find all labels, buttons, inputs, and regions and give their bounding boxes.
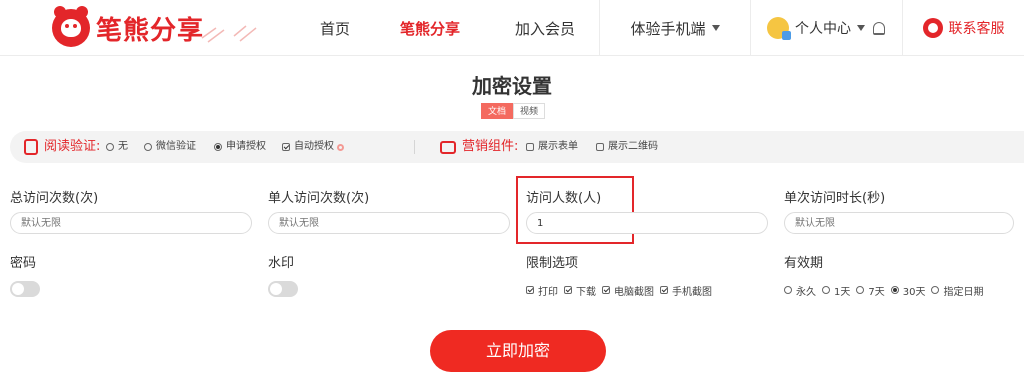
option-label: 无 <box>118 141 128 152</box>
radio-icon <box>784 286 792 294</box>
read-verify-label: 阅读验证: <box>44 139 101 154</box>
restriction-download[interactable]: 下载 <box>564 283 596 298</box>
marketing-icon <box>440 141 456 154</box>
page-title: 加密设置 <box>472 74 552 98</box>
validity-30days[interactable]: 30天 <box>890 283 926 298</box>
restriction-mobile-screenshot[interactable]: 手机截图 <box>660 283 712 298</box>
read-option-wechat[interactable]: 微信验证 <box>144 131 196 163</box>
bear-logo-icon <box>52 6 90 47</box>
phone-verify-icon <box>24 139 38 155</box>
total-visits-label: 总访问次数(次) <box>10 191 99 206</box>
options-divider <box>414 140 415 154</box>
brand-name: 笔熊分享 <box>96 15 205 46</box>
option-label: 30天 <box>902 286 926 298</box>
option-label: 1天 <box>834 286 851 298</box>
tab-document[interactable]: 文档 <box>481 103 514 119</box>
bell-icon[interactable] <box>873 21 885 35</box>
restriction-print[interactable]: 打印 <box>526 283 558 298</box>
visitors-input[interactable] <box>526 212 768 234</box>
customer-service-icon <box>922 18 943 38</box>
option-label: 打印 <box>538 286 558 298</box>
marketing-label: 营销组件: <box>462 139 519 154</box>
options-bar: 阅读验证: 无 微信验证 申请授权 自动授权 营销组件: 展示表单 展示二维码 <box>10 131 1024 163</box>
single-duration-input[interactable] <box>784 212 1014 234</box>
watermark-label: 水印 <box>268 256 295 271</box>
contact-service-link[interactable]: 联系客服 <box>903 0 1024 56</box>
nav-join-member[interactable]: 加入会员 <box>500 0 590 56</box>
validity-1day[interactable]: 1天 <box>822 283 850 298</box>
restrictions-label: 限制选项 <box>526 256 579 271</box>
validity-forever[interactable]: 永久 <box>784 283 816 298</box>
read-option-apply[interactable]: 申请授权 <box>214 131 266 163</box>
mode-tabs: 文档 视频 <box>481 103 546 119</box>
validity-7days[interactable]: 7天 <box>856 283 885 298</box>
nav-mobile-dropdown[interactable]: 体验手机端 <box>600 0 750 56</box>
nav-personal-label: 个人中心 <box>795 21 851 37</box>
radio-icon <box>106 143 114 151</box>
option-label: 自动授权 <box>294 141 334 152</box>
option-label: 下载 <box>576 286 596 298</box>
password-toggle[interactable] <box>10 281 40 297</box>
read-option-none[interactable]: 无 <box>106 131 128 163</box>
validity-custom-date[interactable]: 指定日期 <box>931 283 983 298</box>
radio-icon <box>144 143 152 151</box>
tab-video[interactable]: 视频 <box>513 103 546 119</box>
marketing-option-qrcode[interactable]: 展示二维码 <box>596 131 658 163</box>
option-label: 展示表单 <box>538 141 578 152</box>
total-visits-input[interactable] <box>10 212 252 234</box>
single-visits-input[interactable] <box>268 212 510 234</box>
radio-icon <box>822 286 830 294</box>
watermark-toggle[interactable] <box>268 281 298 297</box>
validity-label: 有效期 <box>784 256 824 271</box>
radio-icon <box>931 286 940 294</box>
avatar <box>767 17 791 40</box>
checkbox-icon <box>526 286 534 294</box>
top-header: 笔熊分享 首页 笔熊分享 加入会员 体验手机端 个人中心 联系客服 <box>0 0 1024 56</box>
option-label: 7天 <box>868 286 885 298</box>
option-label: 微信验证 <box>156 141 196 152</box>
radio-selected-icon <box>214 143 222 151</box>
visitors-label: 访问人数(人) <box>526 191 602 206</box>
checkbox-icon <box>602 286 610 294</box>
option-label: 指定日期 <box>943 286 984 298</box>
radio-selected-icon <box>890 286 899 294</box>
checkbox-icon <box>660 286 668 294</box>
info-dot-icon <box>337 143 344 151</box>
caret-down-icon <box>711 25 720 31</box>
brand-logo[interactable]: 笔熊分享 <box>52 6 204 50</box>
marketing-option-form[interactable]: 展示表单 <box>526 131 578 163</box>
nav-mobile-label: 体验手机端 <box>630 19 706 38</box>
contact-service-label: 联系客服 <box>948 21 1005 37</box>
decorative-lines-icon <box>201 25 257 43</box>
option-label: 电脑截图 <box>614 286 654 298</box>
radio-icon <box>856 286 865 294</box>
read-option-auto[interactable]: 自动授权 <box>282 131 344 163</box>
validity-options: 永久 1天 7天 30天 指定日期 <box>784 283 989 298</box>
option-label: 展示二维码 <box>608 141 658 152</box>
nav-personal-center[interactable]: 个人中心 <box>751 0 901 56</box>
single-duration-label: 单次访问时长(秒) <box>784 191 886 206</box>
caret-down-icon <box>857 25 865 31</box>
option-label: 申请授权 <box>226 141 266 152</box>
nav-share[interactable]: 笔熊分享 <box>385 0 475 56</box>
checkbox-icon <box>282 143 290 151</box>
restrictions-options: 打印 下载 电脑截图 手机截图 <box>526 283 718 298</box>
option-label: 永久 <box>796 286 816 298</box>
checkbox-icon <box>596 143 604 151</box>
option-label: 手机截图 <box>672 286 712 298</box>
encrypt-now-button[interactable]: 立即加密 <box>430 330 606 372</box>
single-visits-label: 单人访问次数(次) <box>268 191 370 206</box>
password-label: 密码 <box>10 256 37 271</box>
checkbox-icon <box>564 286 572 294</box>
nav-home[interactable]: 首页 <box>300 0 370 56</box>
restriction-pc-screenshot[interactable]: 电脑截图 <box>602 283 654 298</box>
checkbox-icon <box>526 143 534 151</box>
